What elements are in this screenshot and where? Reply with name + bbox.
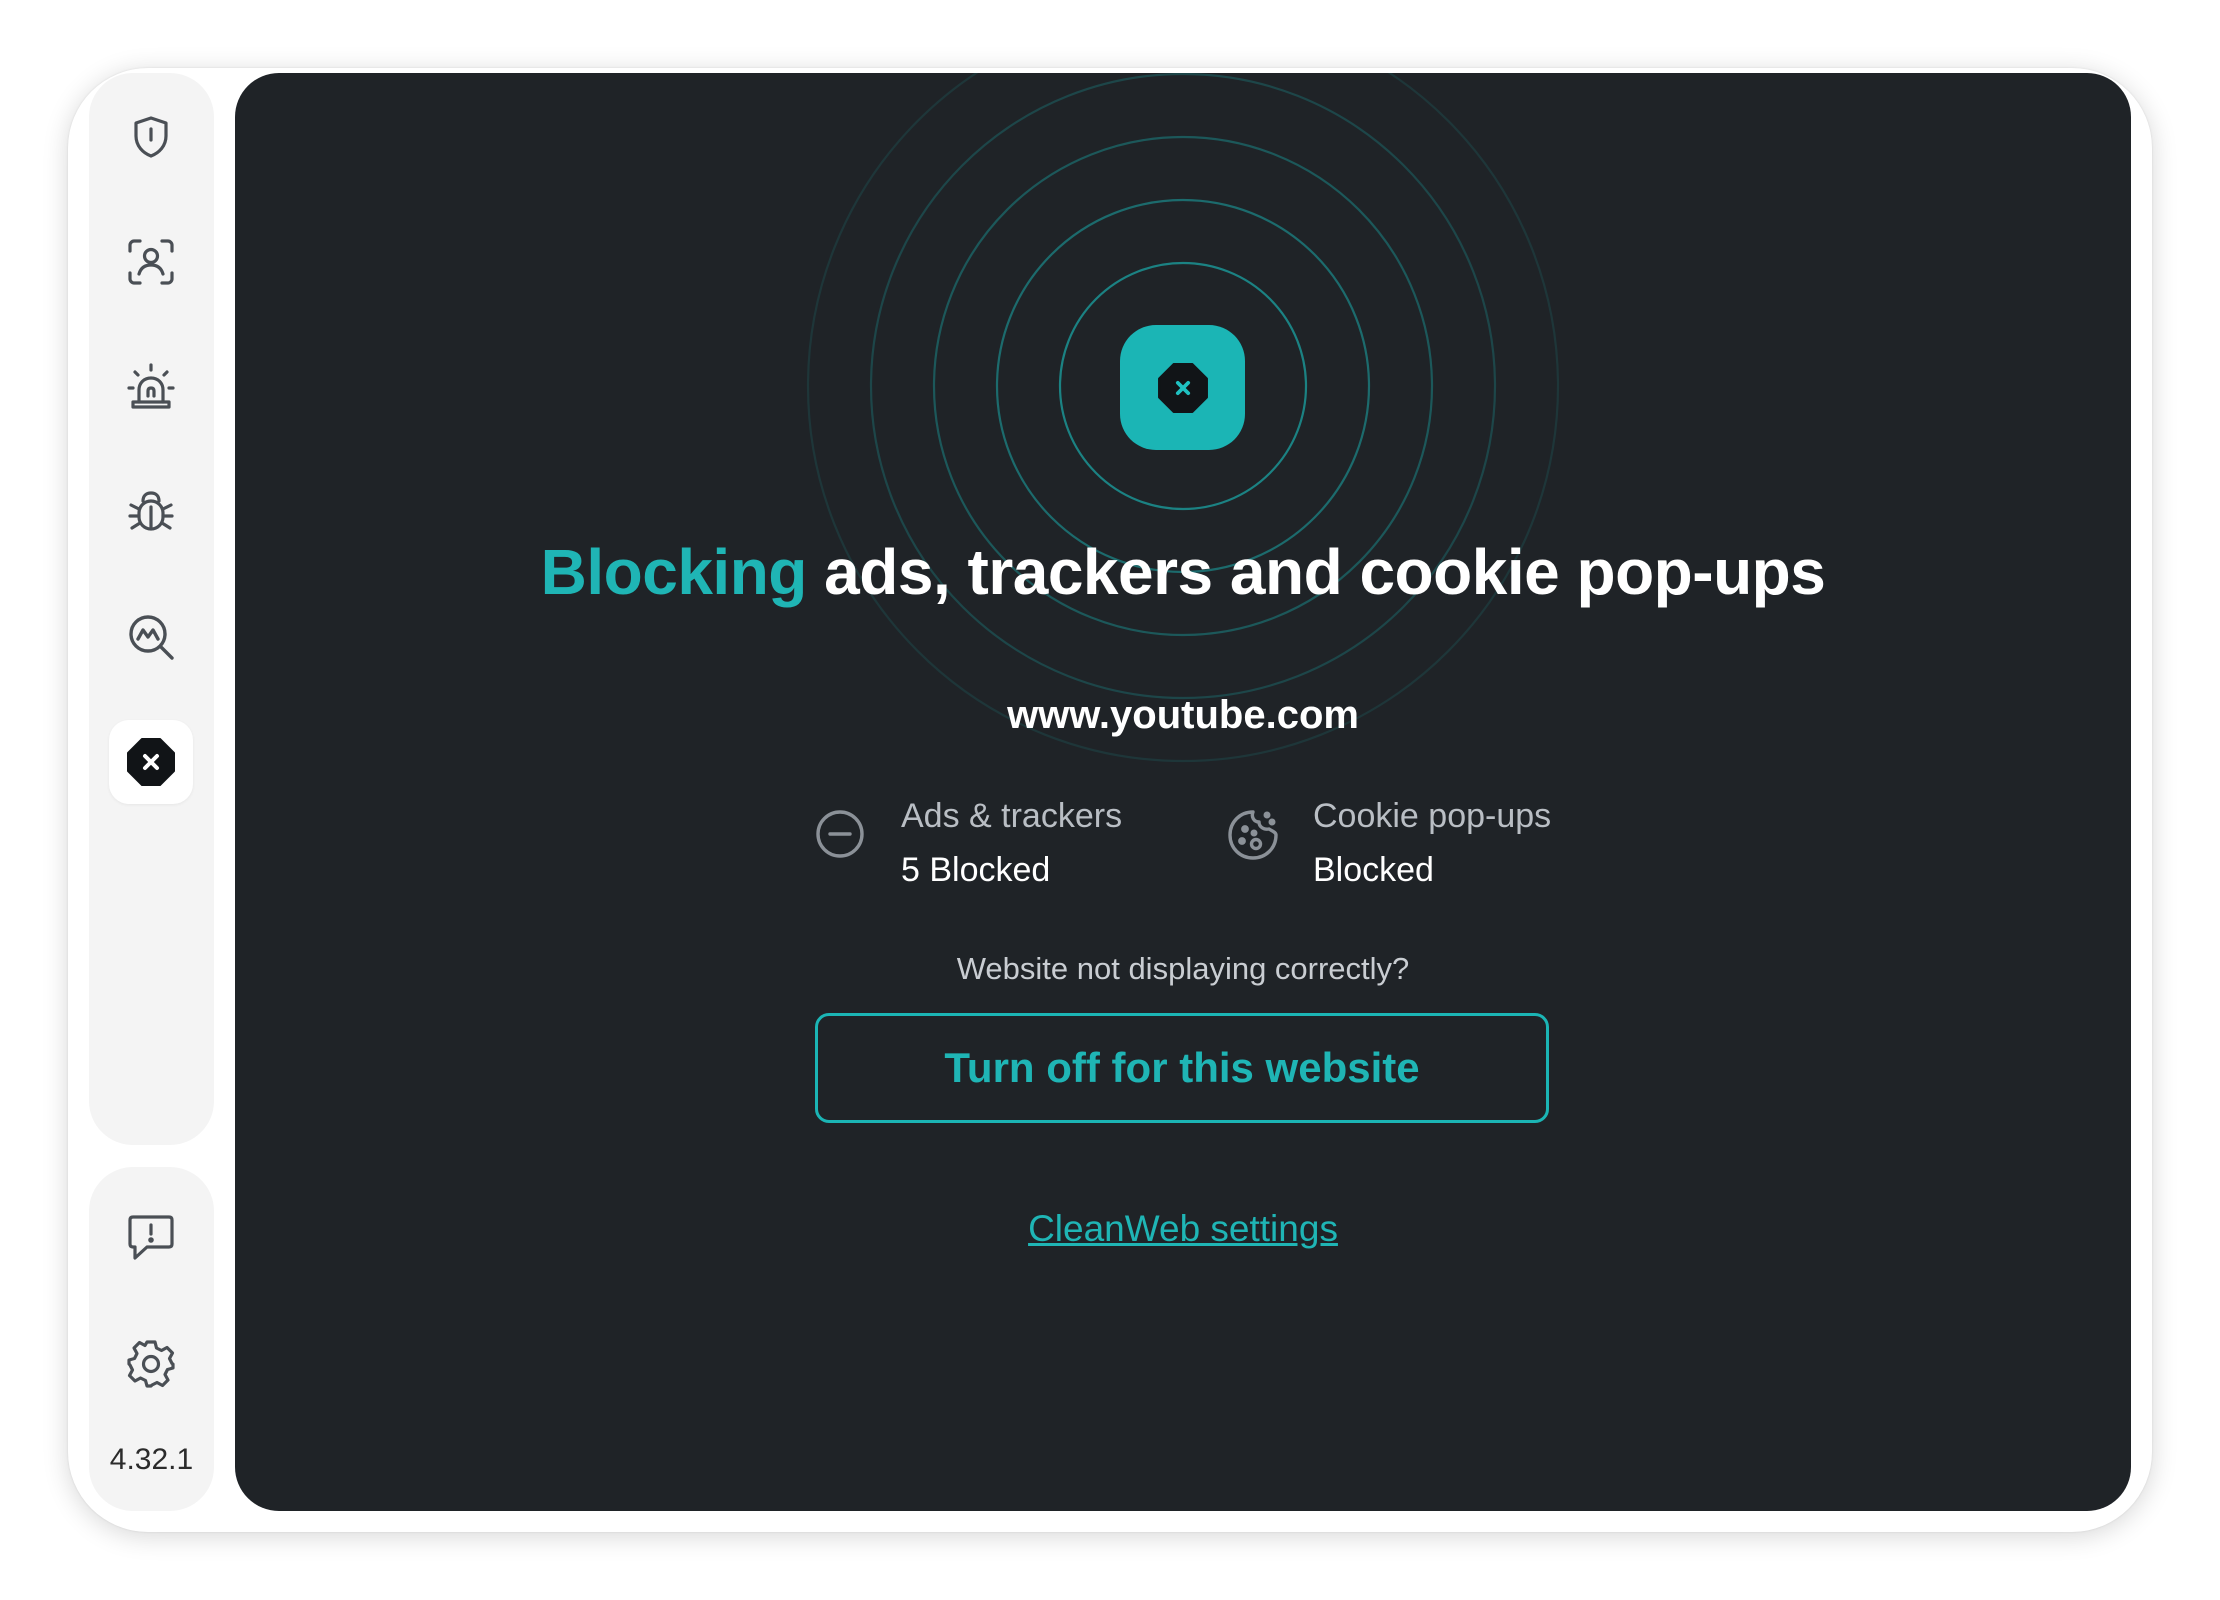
headline-rest: ads, trackers and cookie pop-ups bbox=[824, 536, 1826, 608]
feedback-icon bbox=[128, 1215, 174, 1260]
headline-accent: Blocking bbox=[540, 536, 808, 608]
stat-value: Blocked bbox=[1313, 851, 1434, 889]
stat-label: Cookie pop-ups bbox=[1313, 797, 1552, 835]
sidebar-item-cleanweb[interactable] bbox=[109, 720, 193, 804]
current-domain: www.youtube.com bbox=[1007, 693, 1359, 737]
sidebar-item-search[interactable] bbox=[109, 595, 193, 679]
cleanweb-settings-link[interactable]: CleanWeb settings bbox=[235, 1208, 2131, 1250]
sidebar-item-alarm[interactable] bbox=[109, 345, 193, 429]
cookie-icon bbox=[1228, 810, 1278, 860]
minus-circle-icon bbox=[816, 810, 864, 858]
stop-block-icon bbox=[1157, 362, 1208, 413]
stat-label: Ads & trackers bbox=[901, 797, 1123, 835]
sidebar-item-shield[interactable] bbox=[109, 95, 193, 179]
bug-icon bbox=[128, 491, 174, 531]
cleanweb-panel: Blocking ads, trackers and cookie pop-up… bbox=[235, 73, 2131, 1511]
alarm-icon bbox=[127, 363, 175, 409]
page-title: Blocking ads, trackers and cookie pop-up… bbox=[235, 535, 2131, 609]
turn-off-button[interactable]: Turn off for this website bbox=[815, 1013, 1549, 1123]
user-scan-icon bbox=[128, 239, 174, 285]
help-question: Website not displaying correctly? bbox=[956, 951, 1410, 986]
search-scan-icon bbox=[129, 615, 174, 660]
sidebar-item-antivirus[interactable] bbox=[109, 470, 193, 554]
shield-icon bbox=[134, 116, 168, 158]
cleanweb-hero-icon bbox=[1120, 325, 1245, 450]
sidebar-item-identity[interactable] bbox=[109, 220, 193, 304]
settings-button[interactable] bbox=[109, 1322, 193, 1406]
app-version: 4.32.1 bbox=[109, 1443, 194, 1476]
gear-icon bbox=[127, 1340, 175, 1388]
stat-value: 5 Blocked bbox=[901, 851, 1051, 889]
feedback-button[interactable] bbox=[109, 1195, 193, 1279]
cleanweb-block-icon bbox=[127, 738, 175, 786]
radar-rings bbox=[807, 73, 1559, 762]
